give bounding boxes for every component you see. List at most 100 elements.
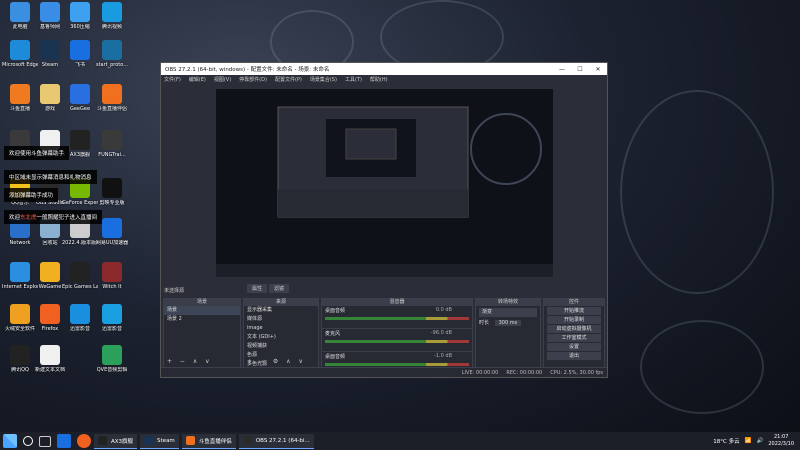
menu-item[interactable]: 场景集合(S): [310, 76, 337, 83]
app-icon: [70, 304, 90, 324]
desktop-icon-label: Witch It: [102, 284, 122, 290]
desktop-icon-label: 2022.4.版本版本: [62, 240, 98, 246]
app-icon: [70, 40, 90, 60]
app-icon: [102, 40, 122, 60]
desktop-icon-label: 腾讯视频: [101, 24, 122, 30]
app-icon: [70, 262, 90, 282]
menu-item[interactable]: 编辑(E): [189, 76, 206, 83]
source-item[interactable]: 文本 (GDI+): [244, 333, 318, 342]
app-icon: [102, 178, 122, 198]
control-button[interactable]: 工作室模式: [547, 334, 601, 342]
menu-item[interactable]: 文件(F): [164, 76, 181, 83]
mixer-channel-db: 0.0 dB: [435, 307, 452, 313]
menu-item[interactable]: 帮助(H): [370, 76, 388, 83]
desktop-icon[interactable]: Epic Games Launcher: [62, 262, 98, 290]
task-label: OBS 27.2.1 (64-bi...: [255, 437, 310, 444]
task-app-icon: [185, 436, 195, 445]
danmaku-notification: 欢迎东北虎一般照耀犯子进入直播间: [4, 210, 103, 224]
notification-suffix: 一般照耀犯子进入直播间: [36, 215, 98, 221]
source-item[interactable]: image: [244, 324, 318, 333]
transition-type-select[interactable]: 渐变: [479, 308, 537, 317]
control-button[interactable]: 开始录制: [547, 316, 601, 324]
feishu-taskbar-icon[interactable]: [57, 434, 71, 448]
clock[interactable]: 21:07 2022/3/10: [768, 434, 794, 448]
app-icon: [70, 84, 90, 104]
app-icon: [10, 2, 30, 22]
duration-input[interactable]: 300 ms: [494, 320, 522, 326]
scene-item[interactable]: 场景: [164, 306, 240, 315]
menu-item[interactable]: 配置文件(P): [275, 76, 302, 83]
obs-titlebar[interactable]: OBS 27.2.1 (64-bit, windows) - 配置文件: 未命名…: [161, 63, 607, 75]
app-icon: [102, 345, 122, 365]
sources-dock-toolbar[interactable]: + − ⚙ ∧ ∨: [247, 358, 306, 365]
desktop-icon[interactable]: 迅雷影音: [94, 304, 130, 332]
task-label: Steam: [157, 437, 175, 444]
desktop-icon[interactable]: FUNGTrai...: [94, 130, 130, 158]
app-icon: [40, 262, 60, 282]
desktop-icon[interactable]: 飞书: [62, 40, 98, 68]
volume-meter[interactable]: [325, 317, 469, 320]
windows-start-icon[interactable]: [3, 434, 17, 448]
desktop-icon[interactable]: QVE音频剪辑: [94, 345, 130, 373]
volume-icon[interactable]: 🔊: [757, 438, 764, 444]
scene-item[interactable]: 场景 2: [164, 315, 240, 324]
control-button[interactable]: 开始推流: [547, 307, 601, 315]
source-item[interactable]: 显示器采集: [244, 306, 318, 315]
desktop-icon[interactable]: Witch It: [94, 262, 130, 290]
app-icon: [10, 262, 30, 282]
desktop-icon[interactable]: 360压缩: [62, 2, 98, 30]
wifi-icon[interactable]: 📶: [745, 438, 752, 444]
desktop-icon[interactable]: 新建文本文档: [32, 345, 68, 373]
desktop-icon-label: Epic Games Launcher: [62, 284, 98, 290]
taskbar-tasks: AX3旗舰 Steam 斗鱼直播伴侣 OBS 27.2.1 (64-bi...: [94, 433, 317, 449]
desktop-icon[interactable]: GeeGee: [62, 84, 98, 112]
desktop-icon[interactable]: 腾讯视频: [94, 2, 130, 30]
firefox-taskbar-icon[interactable]: [77, 434, 91, 448]
selected-source-label: 未选择源: [164, 288, 185, 294]
taskbar-task[interactable]: 斗鱼直播伴侣: [181, 433, 236, 449]
desktop-icon[interactable]: 剪映专业版: [94, 178, 130, 206]
preview-svg: [216, 89, 553, 277]
taskbar-task[interactable]: AX3旗舰: [94, 433, 138, 449]
scenes-dock-toolbar[interactable]: + − ∧ ∨: [167, 358, 213, 365]
desktop-icon[interactable]: 斗鱼直播伴侣: [94, 84, 130, 112]
danmaku-notification: 欢迎使用斗鱼弹幕助手: [4, 146, 70, 160]
maximize-button[interactable]: ☐: [571, 66, 589, 73]
task-label: AX3旗舰: [111, 438, 134, 445]
task-view-icon[interactable]: [39, 435, 51, 447]
menu-item[interactable]: 视图(V): [214, 76, 231, 83]
app-icon: [10, 40, 30, 60]
mixer-channel-db: -1.0 dB: [434, 353, 452, 359]
control-button[interactable]: 退出: [547, 352, 601, 360]
close-button[interactable]: ✕: [589, 66, 607, 73]
menu-item[interactable]: 工具(T): [345, 76, 362, 83]
cpu-status: CPU: 2.5%, 30.00 fps: [550, 369, 603, 376]
source-item[interactable]: 视频捕获: [244, 342, 318, 351]
desktop-icon-label: 360压缩: [70, 24, 90, 30]
control-button[interactable]: 启动虚拟摄像机: [547, 325, 601, 333]
app-icon: [70, 130, 90, 150]
controls-list: 开始推流 开始录制 启动虚拟摄像机 工作室模式 设置 退出: [544, 307, 604, 360]
preview-canvas[interactable]: [216, 89, 553, 277]
search-icon[interactable]: [23, 436, 33, 446]
mixer-channel-db: -96.0 dB: [430, 330, 452, 336]
desktop-icon[interactable]: 迅雷影音: [62, 304, 98, 332]
controls-header: 控件: [544, 299, 604, 306]
weather-widget[interactable]: 18°C 多云: [713, 437, 739, 445]
volume-meter[interactable]: [325, 363, 469, 366]
taskbar-task[interactable]: Steam: [140, 433, 179, 449]
control-button[interactable]: 设置: [547, 343, 601, 351]
sources-dock: 来源 显示器采集 媒体源 image 文本 (GDI+) 视频捕获 色源 多色光源 + − …: [243, 298, 319, 368]
menu-item[interactable]: 停靠部件(D): [239, 76, 267, 83]
desktop-icon-label: start_proto...: [95, 62, 129, 68]
volume-meter[interactable]: [325, 340, 469, 343]
scenes-dock: 场景 场景 场景 2 + − ∧ ∨: [163, 298, 241, 368]
properties-button[interactable]: 属性: [247, 284, 268, 293]
taskbar-task[interactable]: OBS 27.2.1 (64-bi...: [238, 433, 314, 449]
filters-button[interactable]: 滤镜: [269, 284, 290, 293]
transition-duration: 时长 300 ms: [476, 319, 540, 328]
minimize-button[interactable]: —: [553, 66, 571, 73]
source-item[interactable]: 媒体源: [244, 315, 318, 324]
obs-window[interactable]: OBS 27.2.1 (64-bit, windows) - 配置文件: 未命名…: [160, 62, 608, 378]
desktop-icon[interactable]: start_proto...: [94, 40, 130, 68]
